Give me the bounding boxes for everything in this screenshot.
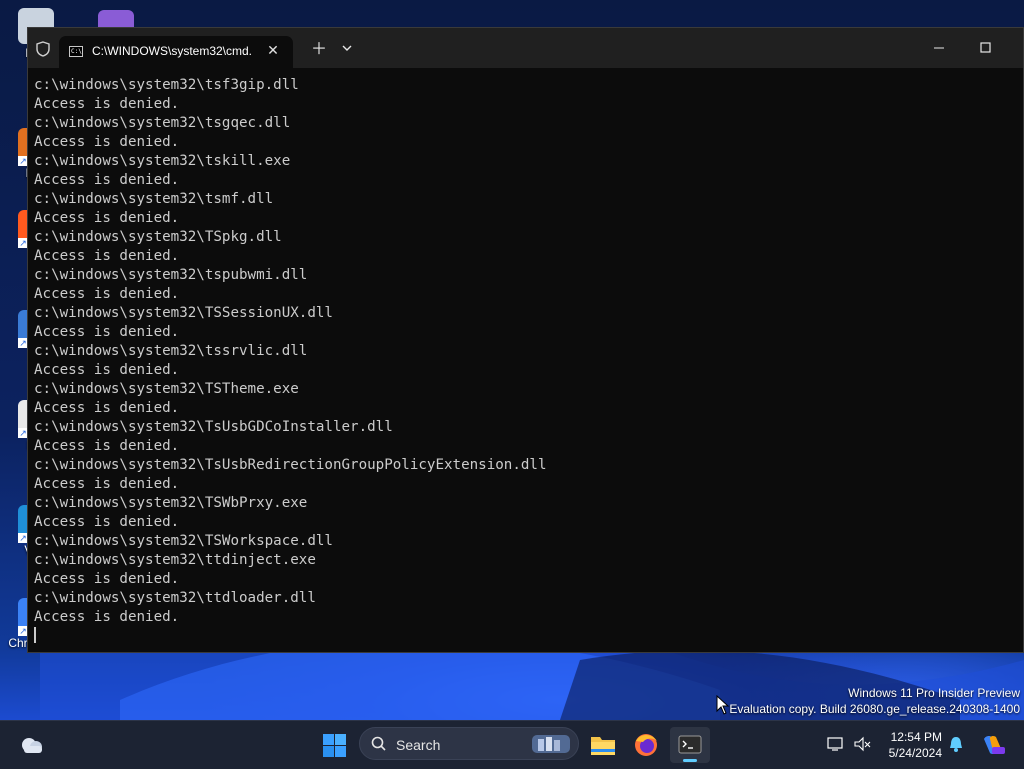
display-icon[interactable] — [827, 736, 845, 752]
widgets-button[interactable] — [12, 727, 52, 763]
minimize-icon — [934, 47, 944, 49]
shield-icon — [36, 41, 50, 57]
terminal-line: c:\windows\system32\tsmf.dll — [34, 191, 274, 207]
taskbar-search-box[interactable]: Search — [359, 727, 579, 760]
terminal-line: c:\windows\system32\tsgqec.dll — [34, 115, 291, 131]
mouse-pointer-icon — [716, 695, 730, 715]
terminal-line: Access is denied. — [34, 438, 180, 454]
title-bar[interactable]: C:\ C:\WINDOWS\system32\cmd. ✕ ＋ — [28, 28, 1023, 68]
terminal-line: Access is denied. — [34, 324, 180, 340]
active-indicator — [683, 759, 697, 762]
terminal-line: c:\windows\system32\ttdloader.dll — [34, 590, 316, 606]
terminal-line: Access is denied. — [34, 476, 180, 492]
tab-title: C:\WINDOWS\system32\cmd. — [92, 44, 253, 58]
file-explorer-button[interactable] — [583, 727, 623, 763]
clock[interactable]: 12:54 PM 5/24/2024 — [889, 729, 942, 761]
maximize-button[interactable] — [962, 28, 1008, 68]
terminal-line: c:\windows\system32\tspubwmi.dll — [34, 267, 308, 283]
terminal-line: Access is denied. — [34, 362, 180, 378]
chevron-down-icon[interactable] — [335, 40, 359, 60]
os-watermark: Windows 11 Pro Insider Preview Evaluatio… — [729, 685, 1020, 717]
terminal-line: Access is denied. — [34, 514, 180, 530]
weather-cloud-icon — [22, 738, 42, 753]
terminal-line: Access is denied. — [34, 248, 180, 264]
clock-time: 12:54 PM — [890, 730, 942, 744]
terminal-line: Access is denied. — [34, 571, 180, 587]
terminal-taskbar-button[interactable] — [670, 727, 710, 763]
cmd-icon: C:\ — [69, 46, 83, 57]
search-icon — [371, 736, 386, 751]
clock-date: 5/24/2024 — [888, 746, 942, 760]
terminal-line: c:\windows\system32\TsUsbRedirectionGrou… — [34, 457, 547, 473]
notification-bell-icon[interactable] — [948, 735, 964, 753]
search-label: Search — [396, 737, 441, 753]
terminal-line: Access is denied. — [34, 96, 180, 112]
prompt-line[interactable] — [34, 627, 1023, 646]
terminal-line: c:\windows\system32\tssrvlic.dll — [34, 343, 308, 359]
network-volume-icon[interactable] — [853, 736, 871, 752]
terminal-line: c:\windows\system32\ttdinject.exe — [34, 552, 316, 568]
terminal-line: Access is denied. — [34, 286, 180, 302]
copilot-icon[interactable] — [980, 733, 1006, 757]
terminal-line: c:\windows\system32\TSpkg.dll — [34, 229, 282, 245]
terminal-line: Access is denied. — [34, 400, 180, 416]
terminal-line: c:\windows\system32\TsUsbGDCoInstaller.d… — [34, 419, 393, 435]
terminal-line: c:\windows\system32\TSWorkspace.dll — [34, 533, 333, 549]
terminal-line: Access is denied. — [34, 172, 180, 188]
firefox-icon — [635, 734, 657, 756]
start-button[interactable] — [315, 727, 355, 763]
text-cursor — [34, 627, 36, 643]
terminal-icon — [678, 735, 702, 754]
new-tab-button[interactable]: ＋ — [307, 40, 331, 60]
terminal-line: Access is denied. — [34, 609, 180, 625]
watermark-edition: Windows 11 Pro Insider Preview — [848, 686, 1020, 700]
terminal-line: c:\windows\system32\TSWbPrxy.exe — [34, 495, 308, 511]
windows-logo-icon — [323, 734, 346, 757]
watermark-build: Evaluation copy. Build 26080.ge_release.… — [729, 702, 1020, 716]
terminal-line: c:\windows\system32\tsf3gip.dll — [34, 77, 299, 93]
terminal-line: c:\windows\system32\TSTheme.exe — [34, 381, 299, 397]
close-tab-icon[interactable]: ✕ — [265, 42, 281, 58]
minimize-button[interactable] — [916, 28, 962, 68]
terminal-output[interactable]: c:\windows\system32\tsf3gip.dll Access is… — [34, 76, 1023, 652]
folder-icon — [591, 737, 615, 755]
search-highlight-icon — [532, 735, 570, 753]
terminal-line: Access is denied. — [34, 134, 180, 150]
terminal-line: c:\windows\system32\tskill.exe — [34, 153, 291, 169]
terminal-line: c:\windows\system32\TSSessionUX.dll — [34, 305, 333, 321]
terminal-line: Access is denied. — [34, 210, 180, 226]
terminal-window[interactable]: C:\ C:\WINDOWS\system32\cmd. ✕ ＋ c:\wind… — [27, 27, 1024, 653]
maximize-icon — [980, 42, 991, 53]
tab-cmd[interactable]: C:\ C:\WINDOWS\system32\cmd. ✕ — [59, 36, 293, 68]
firefox-button[interactable] — [626, 727, 666, 763]
